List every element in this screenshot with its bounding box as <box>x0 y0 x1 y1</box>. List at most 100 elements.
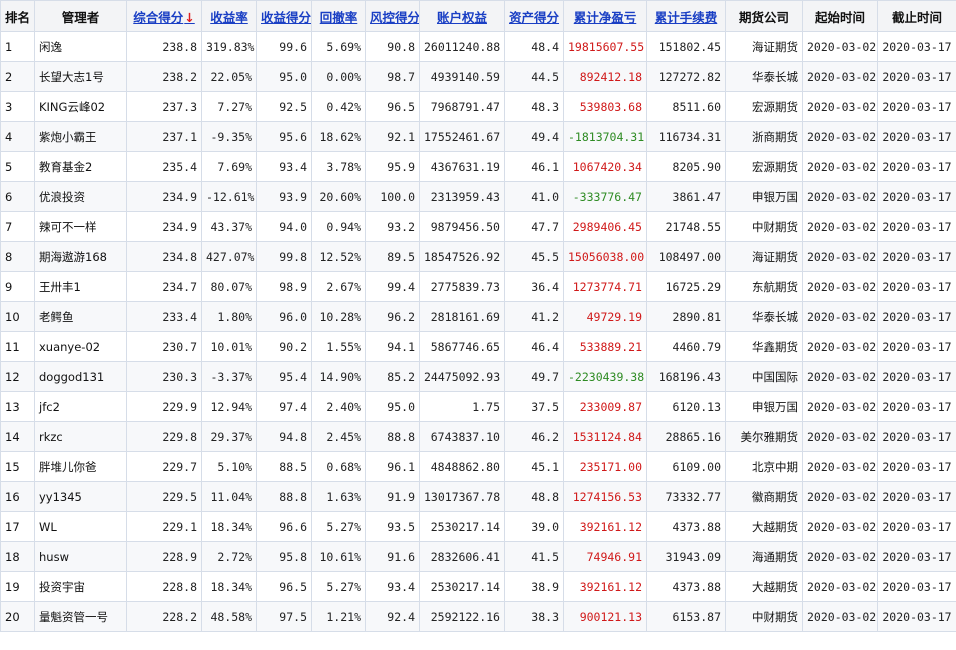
rank-cell: 3 <box>0 91 35 122</box>
asset-score: 46.4 <box>504 331 564 362</box>
risk-score: 94.1 <box>365 331 420 362</box>
start-time: 2020-03-02 <box>802 271 878 302</box>
manager-name: 优浪投资 <box>34 181 127 212</box>
asset-score: 41.0 <box>504 181 564 212</box>
total-score: 229.5 <box>126 481 202 512</box>
cumulative-fee: 4373.88 <box>646 511 726 542</box>
rank-cell: 5 <box>0 151 35 182</box>
end-time: 2020-03-17 <box>877 541 956 572</box>
risk-score: 100.0 <box>365 181 420 212</box>
table-row: 3 KING云峰02 237.3 7.27% 92.5 0.42% 96.5 7968791.… <box>0 91 956 122</box>
manager-name: jfc2 <box>34 391 127 422</box>
futures-company: 宏源期货 <box>725 151 803 182</box>
rank-cell: 2 <box>0 61 35 92</box>
manager-name: 投资宇宙 <box>34 571 127 602</box>
drawdown-rate: 0.00% <box>311 61 366 92</box>
return-score: 94.8 <box>256 421 312 452</box>
risk-score: 91.9 <box>365 481 420 512</box>
header-equity-sort[interactable]: 账户权益 <box>419 0 505 32</box>
asset-score: 49.7 <box>504 361 564 392</box>
cumulative-pnl: 74946.91 <box>563 541 647 572</box>
header-return-score-sort[interactable]: 收益得分 <box>256 0 312 32</box>
cumulative-pnl: 233009.87 <box>563 391 647 422</box>
cumulative-fee: 8205.90 <box>646 151 726 182</box>
return-score: 99.6 <box>256 31 312 62</box>
manager-name: WL <box>34 511 127 542</box>
manager-name: doggod131 <box>34 361 127 392</box>
manager-name: 长望大志1号 <box>34 61 127 92</box>
cumulative-pnl: 892412.18 <box>563 61 647 92</box>
cumulative-fee: 168196.43 <box>646 361 726 392</box>
start-time: 2020-03-02 <box>802 181 878 212</box>
return-score: 93.9 <box>256 181 312 212</box>
return-rate: 48.58% <box>201 601 257 632</box>
asset-score: 37.5 <box>504 391 564 422</box>
manager-name: 王卅丰1 <box>34 271 127 302</box>
header-drawdown-sort[interactable]: 回撤率 <box>311 0 366 32</box>
cumulative-pnl: 15056038.00 <box>563 241 647 272</box>
futures-company: 华泰长城 <box>725 61 803 92</box>
start-time: 2020-03-02 <box>802 571 878 602</box>
manager-name: yy1345 <box>34 481 127 512</box>
account-equity: 9879456.50 <box>419 211 505 242</box>
rank-cell: 20 <box>0 601 35 632</box>
futures-company: 海证期货 <box>725 241 803 272</box>
manager-name: 辣可不一样 <box>34 211 127 242</box>
account-equity: 1.75 <box>419 391 505 422</box>
futures-company: 浙商期货 <box>725 121 803 152</box>
total-score: 234.9 <box>126 181 202 212</box>
start-time: 2020-03-02 <box>802 601 878 632</box>
futures-company: 申银万国 <box>725 181 803 212</box>
risk-score: 85.2 <box>365 361 420 392</box>
futures-company: 北京中期 <box>725 451 803 482</box>
asset-score: 36.4 <box>504 271 564 302</box>
drawdown-rate: 10.61% <box>311 541 366 572</box>
cumulative-fee: 21748.55 <box>646 211 726 242</box>
rank-cell: 13 <box>0 391 35 422</box>
table-row: 16 yy1345 229.5 11.04% 88.8 1.63% 91.9 13017367… <box>0 481 956 512</box>
futures-company: 申银万国 <box>725 391 803 422</box>
return-rate: 7.27% <box>201 91 257 122</box>
header-end-time: 截止时间 <box>877 0 956 32</box>
total-score: 237.1 <box>126 121 202 152</box>
account-equity: 5867746.65 <box>419 331 505 362</box>
account-equity: 26011240.88 <box>419 31 505 62</box>
futures-company: 中财期货 <box>725 601 803 632</box>
drawdown-rate: 3.78% <box>311 151 366 182</box>
drawdown-rate: 0.42% <box>311 91 366 122</box>
header-risk-score-sort[interactable]: 风控得分 <box>365 0 420 32</box>
return-rate: -9.35% <box>201 121 257 152</box>
cumulative-pnl: 392161.12 <box>563 571 647 602</box>
end-time: 2020-03-17 <box>877 601 956 632</box>
risk-score: 96.5 <box>365 91 420 122</box>
return-rate: 11.04% <box>201 481 257 512</box>
asset-score: 46.1 <box>504 151 564 182</box>
risk-score: 99.4 <box>365 271 420 302</box>
total-score: 230.3 <box>126 361 202 392</box>
return-rate: -12.61% <box>201 181 257 212</box>
header-total-score-sort[interactable]: 综合得分↓ <box>126 0 202 32</box>
return-score: 92.5 <box>256 91 312 122</box>
start-time: 2020-03-02 <box>802 511 878 542</box>
drawdown-rate: 5.27% <box>311 511 366 542</box>
end-time: 2020-03-17 <box>877 181 956 212</box>
cumulative-fee: 6120.13 <box>646 391 726 422</box>
header-cum-pnl-sort[interactable]: 累计净盈亏 <box>563 0 647 32</box>
end-time: 2020-03-17 <box>877 391 956 422</box>
header-cum-fee-sort[interactable]: 累计手续费 <box>646 0 726 32</box>
manager-name: husw <box>34 541 127 572</box>
header-row: 排名 管理者 综合得分↓ 收益率 收益得分 回撤率 风控得分 账户权益 资产得分… <box>0 0 956 32</box>
return-rate: 12.94% <box>201 391 257 422</box>
rank-cell: 9 <box>0 271 35 302</box>
return-score: 88.5 <box>256 451 312 482</box>
risk-score: 89.5 <box>365 241 420 272</box>
return-rate: 2.72% <box>201 541 257 572</box>
manager-name: 紫炮小霸王 <box>34 121 127 152</box>
manager-name: 老鳄鱼 <box>34 301 127 332</box>
return-rate: -3.37% <box>201 361 257 392</box>
end-time: 2020-03-17 <box>877 211 956 242</box>
total-score: 228.9 <box>126 541 202 572</box>
header-asset-score-sort[interactable]: 资产得分 <box>504 0 564 32</box>
return-rate: 5.10% <box>201 451 257 482</box>
header-return-rate-sort[interactable]: 收益率 <box>201 0 257 32</box>
